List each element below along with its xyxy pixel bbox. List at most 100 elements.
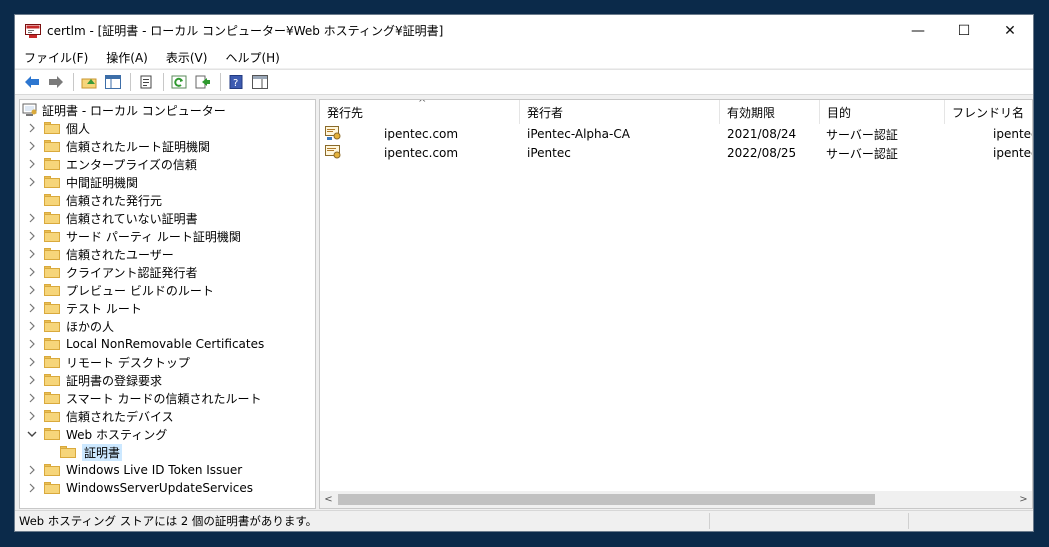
forward-icon[interactable]: [45, 72, 67, 92]
column-label: フレンドリ名: [952, 105, 1025, 120]
chevron-right-icon[interactable]: [26, 320, 38, 332]
column-header-friendly-name[interactable]: フレンドリ名: [945, 100, 1032, 124]
tree-item[interactable]: 信頼されたユーザー: [26, 245, 174, 263]
chevron-right-icon[interactable]: [26, 230, 38, 242]
cell-issued-to: ipentec.com: [384, 127, 459, 141]
folder-icon: [44, 194, 60, 206]
tree-item[interactable]: 信頼されていない証明書: [26, 209, 198, 227]
tree-item[interactable]: サード パーティ ルート証明機関: [26, 227, 241, 245]
menu-file[interactable]: ファイル(F): [15, 49, 97, 66]
export-list-icon[interactable]: [192, 72, 214, 92]
toolbar-separator: [220, 73, 221, 91]
scroll-right-button[interactable]: >: [1015, 491, 1032, 508]
chevron-right-icon[interactable]: [26, 284, 38, 296]
folder-icon: [44, 338, 60, 350]
tree-item[interactable]: クライアント認証発行者: [26, 263, 198, 281]
status-bar: Web ホスティング ストアには 2 個の証明書があります。: [15, 510, 1033, 531]
back-icon[interactable]: [21, 72, 43, 92]
tree-item[interactable]: 信頼されたルート証明機関: [26, 137, 210, 155]
up-folder-icon[interactable]: [78, 72, 100, 92]
chevron-right-icon[interactable]: [26, 248, 38, 260]
column-header-issued-to[interactable]: 発行先 ^: [320, 100, 520, 124]
tree-item[interactable]: Windows Live ID Token Issuer: [26, 461, 242, 479]
cell-expiration: 2021/08/24: [727, 127, 797, 141]
certificate-row[interactable]: ipentec.com iPentec 2022/08/25 サーバー認証 ip…: [320, 144, 1032, 162]
chevron-right-icon[interactable]: [26, 122, 38, 134]
chevron-right-icon[interactable]: [26, 338, 38, 350]
window-title: certlm - [証明書 - ローカル コンピューター¥Web ホスティング¥…: [47, 24, 444, 38]
chevron-right-icon[interactable]: [26, 410, 38, 422]
chevron-right-icon[interactable]: [26, 302, 38, 314]
tree-item-label: サード パーティ ルート証明機関: [66, 229, 241, 244]
folder-icon: [44, 212, 60, 224]
menu-view[interactable]: 表示(V): [157, 49, 217, 66]
certificate-row[interactable]: ipentec.com iPentec-Alpha-CA 2021/08/24 …: [320, 125, 1032, 143]
tree-item[interactable]: スマート カードの信頼されたルート: [26, 389, 261, 407]
refresh-icon[interactable]: [168, 72, 190, 92]
chevron-right-icon[interactable]: [26, 176, 38, 188]
column-header-issued-by[interactable]: 発行者: [520, 100, 720, 124]
scrollbar-thumb[interactable]: [338, 494, 875, 505]
tree-item[interactable]: 信頼されたデバイス: [26, 407, 174, 425]
chevron-right-icon[interactable]: [26, 140, 38, 152]
tree-item[interactable]: リモート デスクトップ: [26, 353, 190, 371]
column-label: 発行先: [327, 105, 364, 120]
chevron-right-icon[interactable]: [26, 212, 38, 224]
menu-help[interactable]: ヘルプ(H): [216, 49, 288, 66]
action-pane-icon[interactable]: [249, 72, 271, 92]
folder-icon: [44, 176, 60, 188]
tree-item[interactable]: WindowsServerUpdateServices: [26, 479, 253, 497]
horizontal-scrollbar[interactable]: < >: [320, 491, 1032, 508]
tree-item-label: 信頼されたユーザー: [66, 247, 174, 262]
tree-root-label: 証明書 - ローカル コンピューター: [42, 103, 226, 118]
chevron-right-icon[interactable]: [26, 266, 38, 278]
tree-item[interactable]: Local NonRemovable Certificates: [26, 335, 264, 353]
tree-item[interactable]: プレビュー ビルドのルート: [26, 281, 214, 299]
tree-root[interactable]: 証明書 - ローカル コンピューター: [20, 101, 226, 119]
tree-item-label: スマート カードの信頼されたルート: [66, 391, 262, 406]
results-list: 発行先 ^ 発行者 有効期限 目的 フレンドリ名 ipentec.com iPe…: [319, 99, 1033, 509]
tree-item-label: Web ホスティング: [66, 427, 168, 442]
toolbar-separator: [130, 73, 131, 91]
folder-icon: [44, 374, 60, 386]
chevron-right-icon[interactable]: [26, 482, 38, 494]
folder-icon: [44, 356, 60, 368]
tree-item[interactable]: 証明書の登録要求: [26, 371, 162, 389]
column-header-purpose[interactable]: 目的: [820, 100, 945, 124]
status-text: Web ホスティング ストアには 2 個の証明書があります。: [19, 514, 318, 528]
tree-item[interactable]: 個人: [26, 119, 90, 137]
minimize-button[interactable]: —: [895, 15, 941, 46]
chevron-right-icon[interactable]: [26, 374, 38, 386]
help-icon[interactable]: ?: [225, 72, 247, 92]
close-button[interactable]: ✕: [987, 15, 1033, 46]
chevron-right-icon[interactable]: [26, 392, 38, 404]
status-segment: [908, 513, 1019, 529]
folder-icon: [44, 248, 60, 260]
tree-item[interactable]: エンタープライズの信頼: [26, 155, 197, 173]
cell-friendly-name: ipentec: [993, 127, 1032, 141]
chevron-down-icon[interactable]: [26, 428, 38, 440]
toolbar: ?: [15, 69, 1033, 95]
tree-item[interactable]: 信頼された発行元: [26, 191, 162, 209]
toolbar-separator: [163, 73, 164, 91]
cell-purpose: サーバー認証: [826, 146, 898, 161]
menu-action[interactable]: 操作(A): [97, 49, 157, 66]
folder-icon: [44, 266, 60, 278]
tree-item[interactable]: 証明書: [54, 443, 123, 461]
tree-item[interactable]: ほかの人: [26, 317, 114, 335]
cell-purpose: サーバー認証: [826, 127, 898, 142]
tree-item[interactable]: テスト ルート: [26, 299, 142, 317]
folder-icon: [44, 428, 60, 440]
tree-item[interactable]: 中間証明機関: [26, 173, 138, 191]
tree-item[interactable]: Web ホスティング: [26, 425, 167, 443]
maximize-button[interactable]: ☐: [941, 15, 987, 46]
properties-icon[interactable]: [135, 72, 157, 92]
certificate-with-key-icon: [325, 126, 342, 141]
folder-icon: [60, 446, 76, 458]
chevron-right-icon[interactable]: [26, 158, 38, 170]
scroll-left-button[interactable]: <: [320, 491, 337, 508]
chevron-right-icon[interactable]: [26, 356, 38, 368]
chevron-right-icon[interactable]: [26, 464, 38, 476]
column-header-expiration[interactable]: 有効期限: [720, 100, 820, 124]
show-hide-tree-icon[interactable]: [102, 72, 124, 92]
